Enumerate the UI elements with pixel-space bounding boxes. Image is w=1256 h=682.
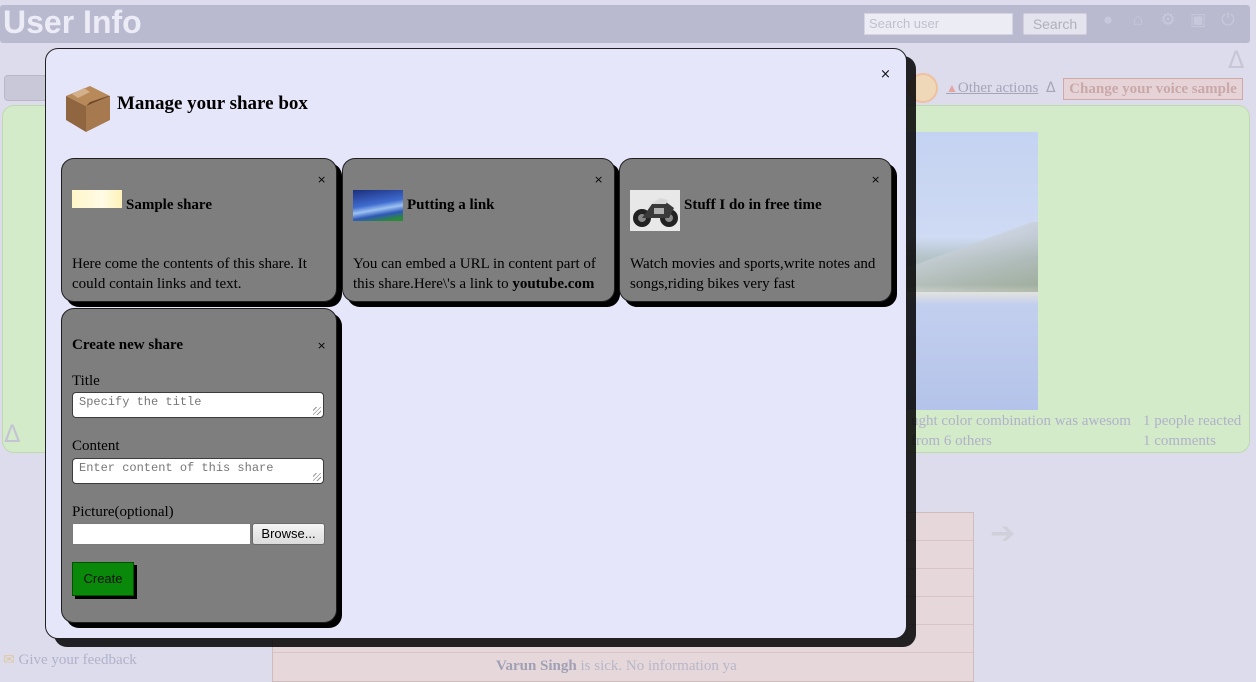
motorbike-thumbnail — [630, 190, 680, 231]
from-others-text: from 6 others — [911, 433, 992, 449]
change-voice-button[interactable]: Change your voice sample — [1063, 78, 1243, 100]
triangle-up-icon: ▲ — [946, 81, 958, 95]
share-title: Putting a link — [407, 197, 495, 213]
other-actions-link[interactable]: ▲Other actions — [946, 80, 1038, 97]
mood-icon[interactable] — [908, 73, 938, 103]
comment-snippet: ught color combination was awesom — [911, 413, 1131, 429]
title-label: Title — [72, 373, 100, 389]
close-icon[interactable]: × — [594, 174, 604, 186]
share-title: Sample share — [126, 197, 212, 213]
user-status: is sick. No information ya — [580, 658, 737, 674]
search-input[interactable]: Search user — [864, 13, 1013, 35]
post-image — [898, 132, 1038, 410]
close-icon[interactable]: × — [317, 340, 327, 352]
share-thumbnail — [72, 190, 122, 208]
feedback-label: Give your feedback — [18, 652, 137, 668]
title-field[interactable]: Specify the title — [72, 392, 324, 418]
modal-title: Manage your share box — [117, 93, 308, 114]
create-button[interactable]: Create — [72, 562, 134, 596]
settings-icon[interactable]: ⚙ — [1158, 10, 1178, 30]
close-icon[interactable]: × — [880, 68, 891, 82]
resize-grip-icon[interactable] — [313, 473, 321, 481]
title-placeholder: Specify the title — [79, 395, 202, 409]
create-share-heading: Create new share — [72, 337, 184, 353]
resize-grip-icon[interactable] — [313, 407, 321, 415]
people-icon[interactable]: ● — [1098, 10, 1118, 30]
close-icon[interactable]: × — [871, 174, 881, 186]
feedback-icon: ✉ — [3, 653, 15, 668]
share-content: You can embed a URL in content part of t… — [353, 254, 605, 294]
share-content: Watch movies and sports,write notes and … — [630, 256, 876, 292]
activity-item: Varun Singh is sick. No information ya — [496, 658, 737, 675]
close-icon[interactable]: × — [317, 174, 327, 186]
app-title: User Info — [3, 4, 142, 40]
reactions-count[interactable]: 1 people reacted — [1143, 413, 1241, 430]
box-icon — [66, 86, 110, 132]
feedback-link[interactable]: ✉ Give your feedback — [3, 652, 137, 669]
youtube-link[interactable]: youtube.com — [512, 276, 594, 292]
picture-label: Picture(optional) — [72, 504, 174, 520]
other-actions-label: Other actions — [957, 80, 1039, 96]
share-content: Here come the contents of this share. It… — [72, 256, 307, 292]
comments-count[interactable]: 1 comments — [1143, 433, 1216, 450]
share-title: Stuff I do in free time — [684, 197, 822, 213]
search-button[interactable]: Search — [1023, 13, 1087, 35]
share-thumbnail — [353, 190, 403, 221]
panel-collapse-icon[interactable]: Δ — [4, 420, 20, 448]
content-placeholder: Enter content of this share — [79, 461, 274, 475]
content-field[interactable]: Enter content of this share — [72, 458, 324, 484]
power-icon[interactable]: ⏻ — [1218, 10, 1238, 30]
collapse-toggle-icon[interactable]: Δ — [1228, 46, 1244, 74]
home-icon[interactable]: ⌂ — [1128, 10, 1148, 30]
profile-picture-icon[interactable]: ▣ — [1188, 10, 1208, 30]
arrow-right-icon[interactable]: ➔ — [990, 519, 1015, 549]
picture-file-input[interactable] — [72, 523, 251, 545]
user-name[interactable]: Varun Singh — [496, 658, 577, 674]
browse-button[interactable]: Browse... — [252, 523, 325, 545]
content-label: Content — [72, 438, 120, 454]
delta-icon: Δ — [1046, 80, 1056, 96]
